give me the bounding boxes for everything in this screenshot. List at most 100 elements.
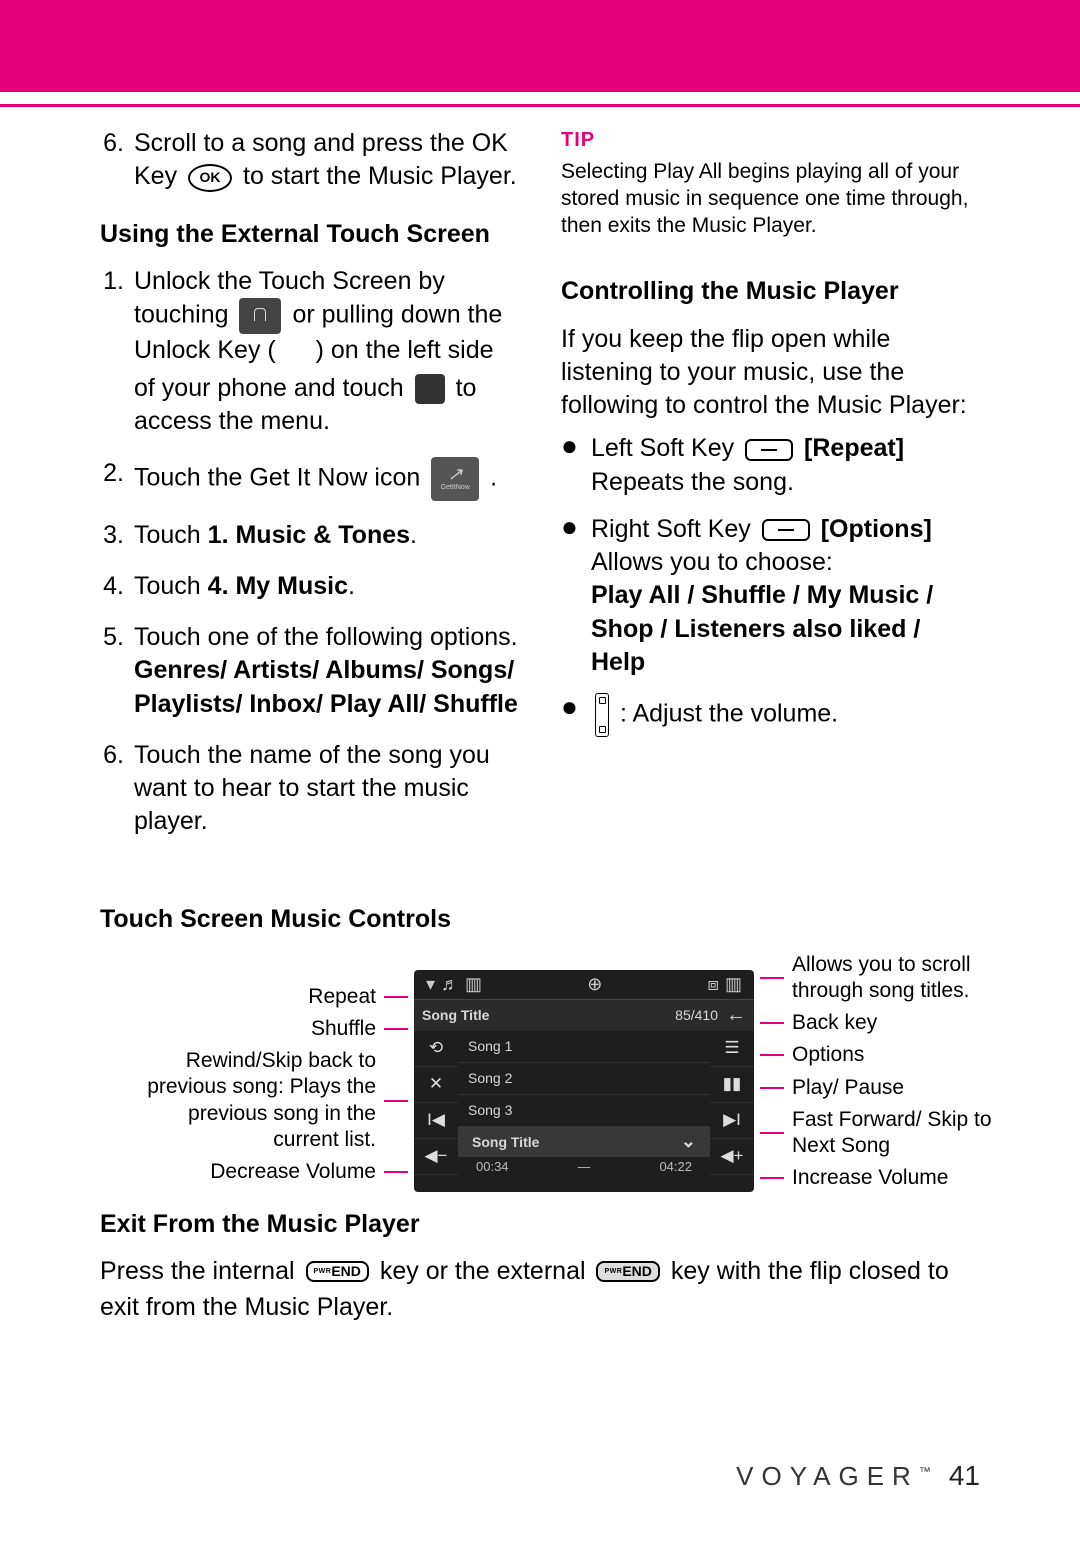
- body-text: Touch the name of the song you want to h…: [134, 739, 519, 839]
- ok-key-icon: OK: [188, 164, 232, 192]
- options-icon: ☰: [710, 1031, 754, 1067]
- status-icon: ⊕: [587, 974, 602, 995]
- song-row: Song 1: [458, 1031, 710, 1063]
- callout-label: Rewind/Skip back to previous song: Plays…: [126, 1048, 376, 1153]
- callout-label: Options: [792, 1042, 864, 1068]
- back-icon: ←: [726, 1004, 746, 1027]
- section-heading: Controlling the Music Player: [561, 275, 980, 308]
- callout-label: Increase Volume: [792, 1165, 948, 1191]
- player-screenshot: ▾ ♬ ▥ ⊕ ⧈ ▥ Song Title 85/410 ← ⟲ ✕ I◀ ◀…: [414, 970, 754, 1192]
- body-text: .: [348, 572, 355, 600]
- right-controls: ☰ ▮▮ ▶I ◀+: [710, 1031, 754, 1192]
- body-text-bold: 4. My Music: [208, 572, 348, 600]
- repeat-icon: ⟲: [414, 1031, 458, 1067]
- bullet-dot: ●: [561, 432, 591, 499]
- list-item: 6. Scroll to a song and press the OK Key…: [100, 127, 519, 194]
- status-icon: ♬: [441, 974, 459, 995]
- step-number: 5.: [100, 621, 134, 721]
- left-column: 6. Scroll to a song and press the OK Key…: [100, 127, 519, 857]
- soft-key-icon: [745, 439, 793, 461]
- footer: VOYAGER™ 41: [736, 1460, 980, 1492]
- bullet-item: ● Right Soft Key [Options] Allows you to…: [561, 513, 980, 679]
- header-band: [0, 0, 1080, 92]
- callout-label: Allows you to scroll through song titles…: [792, 952, 1032, 1005]
- body-text: Allows you to choose:: [591, 548, 833, 576]
- bullet-item: ● Left Soft Key [Repeat] Repeats the son…: [561, 432, 980, 499]
- tip-label: TIP: [561, 127, 980, 154]
- song-row: Song 3: [458, 1095, 710, 1127]
- callout-label: Play/ Pause: [792, 1075, 904, 1101]
- callouts-left: Repeat Shuffle Rewind/Skip back to previ…: [100, 952, 408, 1192]
- lock-icon: [239, 298, 281, 334]
- body-text: Press the internal PWREND key or the ext…: [100, 1253, 980, 1326]
- section-heading: Exit From the Music Player: [100, 1210, 980, 1239]
- volume-key-icon: [595, 693, 609, 737]
- right-column: TIP Selecting Play All begins playing al…: [561, 127, 980, 857]
- step-number: 3.: [100, 519, 134, 552]
- body-text: .: [490, 463, 497, 491]
- battery-icon: ▥: [725, 974, 742, 995]
- song-counter: 85/410: [675, 1007, 718, 1023]
- step-number: 6.: [100, 739, 134, 839]
- end-key-external-icon: PWREND: [596, 1261, 659, 1282]
- brand-logo: VOYAGER™: [736, 1461, 931, 1492]
- body-text: Touch: [134, 572, 208, 600]
- section-heading: Touch Screen Music Controls: [100, 905, 980, 934]
- callouts-right: Allows you to scroll through song titles…: [760, 952, 1050, 1192]
- shuffle-icon: ✕: [414, 1067, 458, 1103]
- body-text: key or the external: [380, 1257, 586, 1285]
- callout-label: Back key: [792, 1010, 877, 1036]
- list-item: 1. Unlock the Touch Screen by touching o…: [100, 265, 519, 439]
- body-text: Right Soft Key: [591, 515, 751, 543]
- body-text-bold: 1. Music & Tones: [208, 521, 410, 549]
- body-text-bold: Play All / Shuffle / My Music / Shop / L…: [591, 581, 933, 676]
- bullet-item: ● : Adjust the volume.: [561, 693, 980, 737]
- step-number: 6.: [100, 127, 134, 194]
- signal-icon: ▾: [426, 974, 435, 995]
- page-number: 41: [949, 1460, 980, 1492]
- body-text: Touch: [134, 521, 208, 549]
- spacer: [0, 92, 1080, 104]
- body-text: Touch the Get It Now icon: [134, 463, 420, 491]
- callout-label: Shuffle: [311, 1016, 376, 1042]
- time-current: 00:34: [476, 1159, 509, 1174]
- callout-label: Fast Forward/ Skip to Next Song: [792, 1107, 1032, 1160]
- body-text: .: [410, 521, 417, 549]
- vol-up-icon: ◀+: [710, 1139, 754, 1175]
- status-icon: ▥: [465, 974, 482, 995]
- body-text: Touch one of the following options.: [134, 623, 518, 651]
- unlock-key-icon: [287, 358, 305, 372]
- now-playing-label: Song Title: [472, 1134, 539, 1150]
- time-total: 04:22: [659, 1159, 692, 1174]
- list-item: 3. Touch 1. Music & Tones.: [100, 519, 519, 552]
- status-bar: ▾ ♬ ▥ ⊕ ⧈ ▥: [414, 970, 754, 1000]
- callout-label: Decrease Volume: [210, 1159, 376, 1185]
- body-text-bold: Genres/ Artists/ Albums/ Songs/ Playlist…: [134, 656, 518, 717]
- body-text: If you keep the flip open while listenin…: [561, 323, 980, 423]
- vol-down-icon: ◀−: [414, 1139, 458, 1175]
- step-number: 4.: [100, 570, 134, 603]
- end-key-icon: PWREND: [306, 1261, 369, 1282]
- list-item: 4. Touch 4. My Music.: [100, 570, 519, 603]
- song-row: Song 2: [458, 1063, 710, 1095]
- tip-body: Selecting Play All begins playing all of…: [561, 158, 980, 240]
- body-text: to start the Music Player.: [243, 162, 517, 190]
- list-item: 6. Touch the name of the song you want t…: [100, 739, 519, 839]
- body-text-bold: [Repeat]: [804, 434, 904, 462]
- play-pause-icon: ▮▮: [710, 1067, 754, 1103]
- rewind-icon: I◀: [414, 1103, 458, 1139]
- step-number: 1.: [100, 265, 134, 439]
- body-text: : Adjust the volume.: [620, 700, 838, 728]
- step-number: 2.: [100, 457, 134, 501]
- list-item: 2. Touch the Get It Now icon ↗GetItNow .: [100, 457, 519, 501]
- bullet-dot: ●: [561, 693, 591, 737]
- soft-key-icon: [762, 519, 810, 541]
- scroll-down-icon: ⌄: [681, 1131, 696, 1152]
- bullet-dot: ●: [561, 513, 591, 679]
- fast-forward-icon: ▶I: [710, 1103, 754, 1139]
- left-controls: ⟲ ✕ I◀ ◀−: [414, 1031, 458, 1192]
- section-heading: Using the External Touch Screen: [100, 218, 519, 251]
- now-playing-row: Song Title ⌄: [458, 1127, 710, 1157]
- menu-grid-icon: [415, 374, 445, 404]
- list-item: 5. Touch one of the following options. G…: [100, 621, 519, 721]
